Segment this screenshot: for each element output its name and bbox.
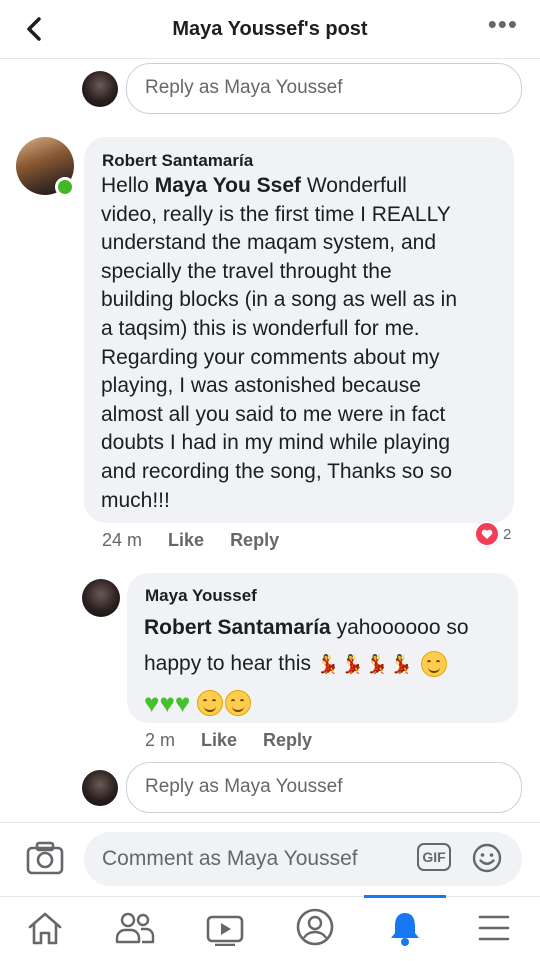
- reply-button[interactable]: Reply: [230, 530, 279, 550]
- camera-icon: [26, 841, 64, 875]
- like-button[interactable]: Like: [168, 530, 204, 550]
- reply-input-top[interactable]: Reply as Maya Youssef: [126, 63, 522, 114]
- comment-timestamp: 2 m: [145, 730, 176, 750]
- mention-link[interactable]: Maya You Ssef: [155, 174, 301, 197]
- avatar[interactable]: [82, 71, 118, 107]
- comment-timestamp: 24 m: [102, 530, 143, 550]
- reply-input-bottom[interactable]: Reply as Maya Youssef: [126, 762, 522, 813]
- dancer-emoji-icon: 💃: [341, 654, 364, 675]
- dancer-emoji-icon: 💃: [365, 654, 389, 675]
- menu-icon: [478, 915, 510, 941]
- heart-reaction-icon: [474, 521, 500, 547]
- more-horizontal-icon: •••: [487, 9, 518, 39]
- nav-friends[interactable]: [114, 910, 156, 951]
- nav-home[interactable]: [26, 910, 64, 951]
- smiling-face-emoji-icon: [225, 689, 252, 716]
- bottom-navigation: [0, 896, 540, 961]
- smiling-face-emoji-icon: [421, 651, 448, 678]
- more-options-button[interactable]: •••: [488, 11, 518, 37]
- gif-button[interactable]: GIF: [417, 843, 451, 871]
- reaction-summary[interactable]: 2: [474, 521, 511, 547]
- comment-meta: 24 m Like Reply: [102, 530, 305, 551]
- dancer-emoji-icon: 💃: [316, 654, 340, 675]
- mention-link[interactable]: Robert Santamaría: [144, 616, 331, 639]
- smiling-face-emoji-icon: [197, 689, 224, 716]
- notifications-icon: [391, 913, 419, 946]
- nav-notifications[interactable]: [385, 908, 425, 953]
- like-button[interactable]: Like: [201, 730, 237, 750]
- camera-button[interactable]: [26, 840, 64, 881]
- green-heart-emoji-icon: ♥: [159, 687, 175, 718]
- comment-text: Hello Maya You Ssef Wonderfull video, re…: [101, 174, 458, 512]
- green-heart-emoji-icon: ♥: [144, 687, 160, 718]
- home-icon: [28, 912, 62, 945]
- green-heart-emoji-icon: ♥: [174, 687, 191, 718]
- comment-author[interactable]: Maya Youssef: [145, 586, 257, 606]
- watch-icon: [206, 915, 244, 947]
- comment-input-placeholder: Comment as Maya Youssef: [102, 847, 358, 870]
- nav-menu[interactable]: [476, 911, 512, 950]
- nav-watch[interactable]: [205, 910, 245, 951]
- page-title: Maya Youssef's post: [172, 18, 368, 40]
- online-status-dot: [55, 177, 75, 197]
- friends-icon: [115, 912, 155, 944]
- nav-profile[interactable]: [295, 907, 335, 952]
- reply-button[interactable]: Reply: [263, 730, 312, 750]
- comment-author[interactable]: Robert Santamaría: [102, 151, 253, 171]
- reaction-count: 2: [503, 525, 512, 543]
- comment-text: Robert Santamaría yahoooooo so happy to …: [144, 616, 469, 718]
- dancer-emoji-icon: 💃: [390, 654, 413, 675]
- avatar[interactable]: [82, 770, 118, 806]
- avatar[interactable]: [82, 579, 120, 617]
- smiley-icon: [472, 843, 502, 873]
- comment-meta: 2 m Like Reply: [145, 730, 338, 751]
- emoji-button[interactable]: [471, 842, 503, 879]
- profile-icon: [296, 908, 334, 946]
- comment-bubble: Robert Santamaría Hello Maya You Ssef Wo…: [84, 137, 514, 523]
- reply-bubble: Maya Youssef Robert Santamaría yahoooooo…: [127, 573, 518, 723]
- active-tab-indicator: [364, 895, 446, 898]
